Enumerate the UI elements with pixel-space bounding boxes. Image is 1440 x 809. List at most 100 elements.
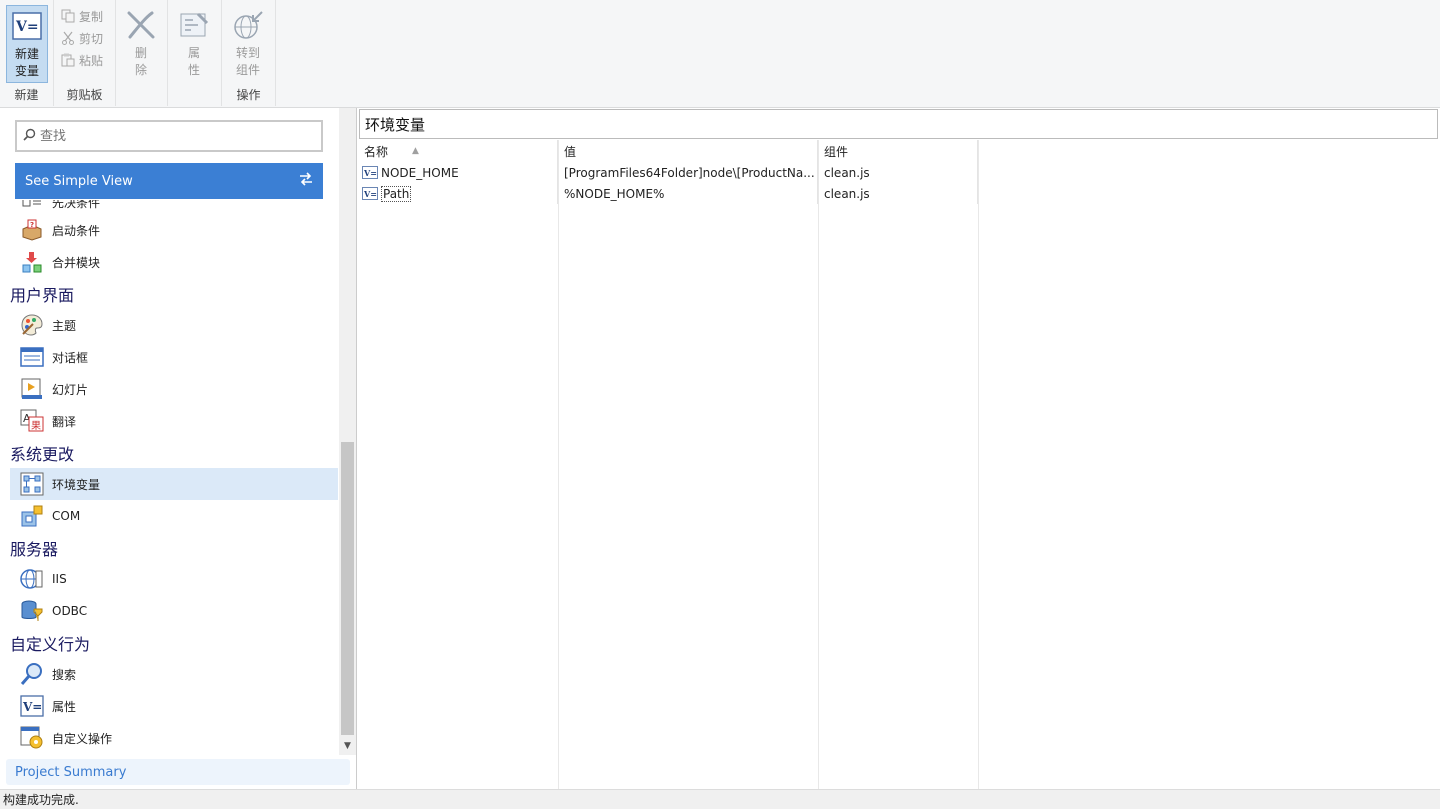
cell-value[interactable]: [ProgramFiles64Folder]node\[ProductNa...: [558, 162, 818, 183]
sidebar-item[interactable]: 对话框: [10, 341, 338, 373]
grid-header: 名称 ▲ 值 组件: [358, 140, 1440, 162]
sort-ascending-icon: ▲: [412, 146, 419, 156]
sidebar-item[interactable]: COM: [10, 500, 338, 532]
environment-variables-icon: [20, 472, 44, 496]
goto-component-button[interactable]: 转到 组件: [227, 5, 269, 83]
sidebar-item[interactable]: 环境变量: [10, 468, 338, 500]
sidebar-item[interactable]: 搜索: [10, 658, 338, 690]
sidebar-item[interactable]: IIS: [10, 563, 338, 595]
svg-text:V=: V=: [363, 189, 377, 199]
cell-name[interactable]: V= NODE_HOME: [358, 162, 558, 183]
sidebar-item-label: 自定义操作: [52, 731, 113, 746]
status-text: 构建成功完成.: [3, 793, 79, 807]
table-row[interactable]: V= Path %NODE_HOME% clean.js: [358, 183, 1440, 204]
launch-condition-icon: ?: [20, 218, 44, 242]
svg-text:V=: V=: [22, 700, 42, 714]
sidebar-item[interactable]: A 果翻译: [10, 405, 338, 437]
nav-scroll-thumb[interactable]: [341, 442, 354, 735]
grid-body: V= NODE_HOME [ProgramFiles64Folder]node\…: [358, 162, 1440, 204]
sidebar-item-label: 对话框: [52, 350, 89, 365]
sidebar-item-label: 合并模块: [52, 255, 101, 270]
project-summary-link[interactable]: Project Summary: [6, 759, 350, 785]
ribbon-group-new: V= 新建 变量 新建: [0, 0, 54, 106]
svg-text:V=: V=: [363, 168, 377, 178]
copy-button[interactable]: 复制: [60, 6, 103, 26]
sidebar-item[interactable]: ODBC: [10, 595, 338, 627]
copy-label: 复制: [79, 9, 104, 24]
paste-button[interactable]: 粘贴: [60, 50, 103, 70]
sidebar-category-heading: 用户界面: [10, 285, 75, 305]
sidebar-item[interactable]: 先决条件: [10, 200, 338, 214]
dialog-icon: [20, 345, 44, 369]
delete-button[interactable]: 删 除: [120, 5, 162, 83]
cut-label: 剪切: [79, 31, 104, 46]
sidebar-item-label: 幻灯片: [52, 382, 89, 397]
see-simple-view-button[interactable]: See Simple View: [15, 163, 323, 199]
cell-component[interactable]: clean.js: [818, 183, 978, 204]
ribbon-group-operations: 转到 组件 操作: [222, 0, 276, 106]
slideshow-icon: [20, 377, 44, 401]
group-label-new: 新建: [14, 88, 39, 102]
sidebar-item[interactable]: V= 属性: [10, 690, 338, 722]
delete-x-icon: [124, 9, 158, 41]
group-label-operations: 操作: [236, 88, 261, 102]
cell-name[interactable]: V= Path: [358, 183, 558, 204]
sidebar-item-partial: 先决条件: [0, 200, 338, 214]
iis-globe-icon: [20, 567, 44, 591]
page-title: 环境变量: [359, 109, 1438, 139]
content-panel: 环境变量 名称 ▲ 值 组件 V= NODE_HOME [ProgramFile…: [358, 108, 1440, 790]
search-magnifier-icon: [20, 662, 44, 686]
see-simple-view-label: See Simple View: [25, 173, 133, 189]
delete-label: 删 除: [134, 46, 147, 77]
properties-icon: [177, 9, 211, 41]
variable-icon: V=: [362, 187, 378, 200]
sidebar-item[interactable]: 主题: [10, 309, 338, 341]
search-box[interactable]: [15, 120, 323, 152]
sidebar-item-label: 启动条件: [52, 223, 101, 238]
theme-palette-icon: [20, 313, 44, 337]
cell-component[interactable]: clean.js: [818, 162, 978, 183]
sidebar-item-label: 属性: [52, 699, 77, 714]
properties-label: 属 性: [187, 46, 200, 77]
column-header-name[interactable]: 名称 ▲: [358, 140, 558, 162]
sidebar-item[interactable]: 自定义操作: [10, 722, 338, 754]
sidebar-item[interactable]: 幻灯片: [10, 373, 338, 405]
sidebar-category-heading: 系统更改: [10, 444, 75, 464]
scroll-down-arrow-icon[interactable]: ▼: [339, 738, 356, 755]
cell-value[interactable]: %NODE_HOME%: [558, 183, 818, 204]
com-icon: [20, 504, 44, 528]
sidebar-item-label: 主题: [52, 318, 77, 333]
new-variable-button[interactable]: V= 新建 变量: [6, 5, 48, 83]
sidebar-item[interactable]: 合并模块: [10, 246, 338, 278]
new-variable-label: 新建 变量: [14, 47, 39, 78]
paste-icon: [60, 52, 76, 68]
table-row[interactable]: V= NODE_HOME [ProgramFiles64Folder]node\…: [358, 162, 1440, 183]
copy-icon: [60, 8, 76, 24]
svg-text:果: 果: [31, 420, 41, 432]
ribbon-group-delete: 删 除: [116, 0, 168, 106]
properties-button[interactable]: 属 性: [173, 5, 215, 83]
svg-text:V=: V=: [15, 19, 39, 35]
paste-label: 粘贴: [79, 53, 104, 68]
column-header-value[interactable]: 值: [558, 140, 818, 162]
custom-action-icon: [20, 726, 44, 750]
nav-scrollbar[interactable]: ▼: [339, 108, 356, 755]
status-bar: 构建成功完成.: [0, 789, 1440, 809]
sidebar-item[interactable]: ? 启动条件: [10, 214, 338, 246]
translation-icon: A果: [20, 409, 44, 433]
sidebar-item-label: ODBC: [52, 604, 88, 618]
svg-text:?: ?: [30, 221, 34, 229]
column-header-component[interactable]: 组件: [818, 140, 978, 162]
ribbon-group-properties: 属 性: [168, 0, 222, 106]
search-icon: [23, 128, 36, 144]
variable-icon: V=: [10, 10, 44, 42]
sidebar-item-label: 环境变量: [52, 477, 101, 492]
scissors-icon: [60, 30, 76, 46]
goto-component-label: 转到 组件: [235, 46, 260, 77]
swap-arrows-icon: [299, 172, 313, 190]
goto-component-globe-icon: [231, 9, 265, 41]
search-input[interactable]: [40, 128, 310, 144]
sidebar-item-label: IIS: [52, 572, 67, 586]
sidebar-item-label: 翻译: [52, 414, 77, 429]
cut-button[interactable]: 剪切: [60, 28, 103, 48]
